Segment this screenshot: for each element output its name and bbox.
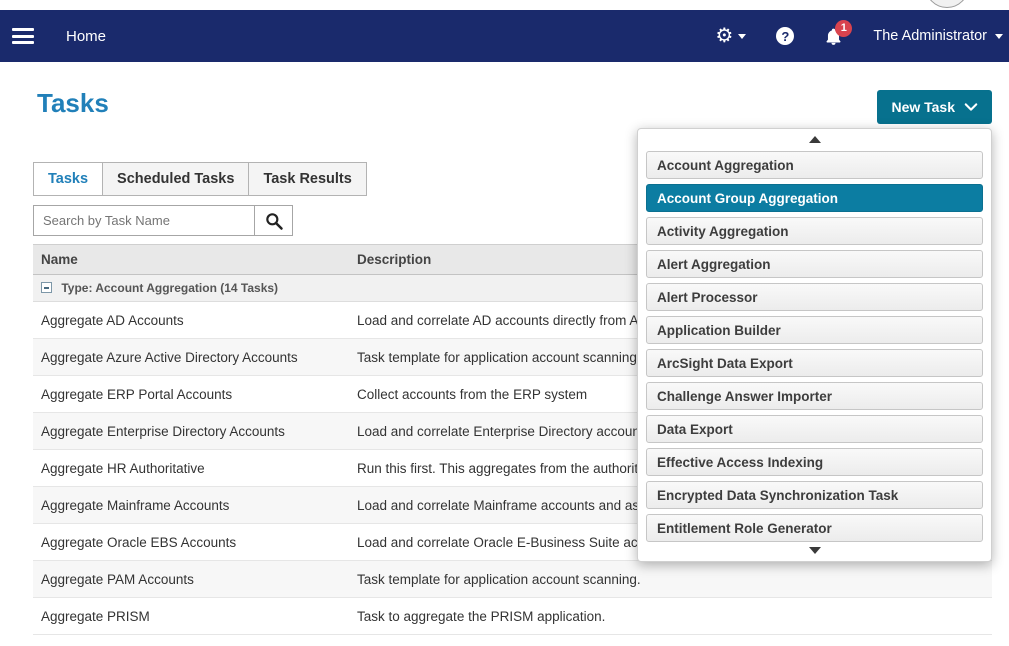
avatar[interactable] — [925, 0, 969, 8]
chevron-down-icon — [995, 34, 1003, 39]
dropdown-item-selected[interactable]: Account Group Aggregation — [646, 184, 983, 212]
tab-scheduled-tasks[interactable]: Scheduled Tasks — [102, 162, 249, 196]
task-name-cell[interactable]: Aggregate AD Accounts — [33, 302, 349, 339]
task-name-cell[interactable]: Aggregate PAM Accounts — [33, 561, 349, 598]
dropdown-item[interactable]: Account Aggregation — [646, 151, 983, 179]
tab-bar: Tasks Scheduled Tasks Task Results — [33, 162, 367, 196]
top-navbar: Home ⚙ ? 1 The Administrator — [0, 10, 1009, 62]
table-row[interactable]: Aggregate PRISM Task to aggregate the PR… — [33, 598, 992, 635]
notifications-button[interactable]: 1 — [824, 27, 843, 46]
dropdown-item[interactable]: Encrypted Data Synchronization Task — [646, 481, 983, 509]
new-task-label: New Task — [891, 99, 955, 115]
dropdown-item[interactable]: Alert Processor — [646, 283, 983, 311]
search-input[interactable] — [33, 205, 255, 236]
task-name-cell[interactable]: Aggregate PRISM — [33, 598, 349, 635]
gear-icon: ⚙ — [715, 26, 733, 46]
dropdown-item[interactable]: Effective Access Indexing — [646, 448, 983, 476]
column-header-name[interactable]: Name — [33, 245, 349, 275]
task-name-cell[interactable]: Aggregate Oracle EBS Accounts — [33, 524, 349, 561]
settings-menu[interactable]: ⚙ — [715, 26, 746, 46]
collapse-icon[interactable] — [41, 282, 52, 293]
menu-icon[interactable] — [12, 25, 34, 48]
task-description-cell: Task template for application account sc… — [349, 561, 992, 598]
top-strip — [0, 0, 1009, 10]
task-name-cell[interactable]: Aggregate Enterprise Directory Accounts — [33, 413, 349, 450]
task-name-cell[interactable]: Aggregate ERP Portal Accounts — [33, 376, 349, 413]
search-button[interactable] — [254, 205, 293, 236]
task-name-cell[interactable]: Aggregate HR Authoritative — [33, 450, 349, 487]
screen: Home ⚙ ? 1 The Administrator Tasks New T… — [0, 0, 1009, 646]
dropdown-item[interactable]: Application Builder — [646, 316, 983, 344]
new-task-dropdown: Account Aggregation Account Group Aggreg… — [637, 128, 992, 562]
user-name-label: The Administrator — [873, 28, 987, 44]
notification-badge: 1 — [835, 20, 852, 37]
dropdown-item[interactable]: Alert Aggregation — [646, 250, 983, 278]
task-description-cell: Task to aggregate the PRISM application. — [349, 598, 992, 635]
dropdown-item[interactable]: Data Export — [646, 415, 983, 443]
task-name-cell[interactable]: Aggregate Azure Active Directory Account… — [33, 339, 349, 376]
page-title: Tasks — [37, 88, 109, 119]
scroll-down-icon[interactable] — [809, 547, 821, 554]
new-task-button[interactable]: New Task — [877, 90, 992, 124]
navbar-right-group: ⚙ ? 1 The Administrator — [715, 26, 1009, 46]
group-header-label: Type: Account Aggregation (14 Tasks) — [61, 281, 278, 295]
dropdown-item[interactable]: Activity Aggregation — [646, 217, 983, 245]
search-bar — [33, 205, 293, 236]
chevron-down-icon — [738, 34, 746, 39]
dropdown-item[interactable]: ArcSight Data Export — [646, 349, 983, 377]
tab-tasks[interactable]: Tasks — [33, 162, 103, 196]
help-icon[interactable]: ? — [776, 27, 794, 45]
table-row[interactable]: Aggregate PAM Accounts Task template for… — [33, 561, 992, 598]
scroll-up-icon[interactable] — [809, 136, 821, 143]
search-icon — [264, 211, 284, 231]
user-menu[interactable]: The Administrator — [873, 28, 1003, 44]
tab-task-results[interactable]: Task Results — [248, 162, 366, 196]
dropdown-item[interactable]: Challenge Answer Importer — [646, 382, 983, 410]
task-name-cell[interactable]: Aggregate Mainframe Accounts — [33, 487, 349, 524]
nav-home-link[interactable]: Home — [66, 28, 106, 45]
chevron-down-icon — [964, 100, 978, 114]
dropdown-item[interactable]: Entitlement Role Generator — [646, 514, 983, 542]
